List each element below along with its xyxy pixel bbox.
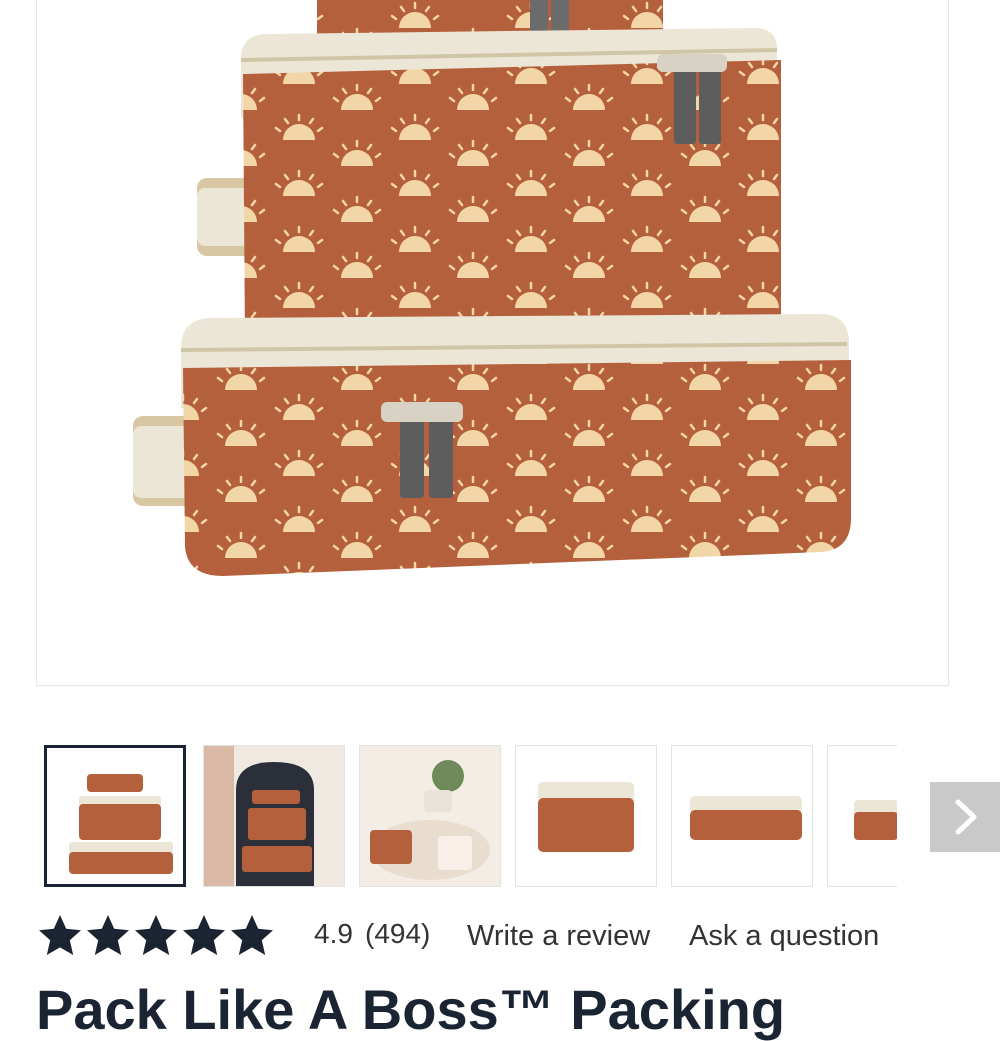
thumbnail-1[interactable]: [44, 745, 186, 887]
thumbnail-image: [538, 782, 634, 852]
thumbnail-6[interactable]: [827, 745, 897, 887]
star-icon: [183, 915, 225, 955]
thumbnail-image: [690, 796, 802, 840]
star-icon: [231, 915, 273, 955]
rating-row: 4.9 (494) Write a review Ask a question: [36, 908, 1000, 964]
thumbnail-image: [69, 774, 173, 874]
thumbnail-4[interactable]: [515, 745, 657, 887]
ask-question-link[interactable]: Ask a question: [689, 920, 879, 953]
thumbnail-5[interactable]: [671, 745, 813, 887]
thumbnail-next-button[interactable]: [930, 782, 1000, 852]
packing-cubes-illustration: [133, 0, 851, 576]
thumbnail-image: [204, 746, 344, 886]
rating-value: 4.9: [314, 918, 353, 949]
write-review-link[interactable]: Write a review: [467, 920, 650, 953]
review-count[interactable]: (494): [365, 918, 430, 950]
star-icon: [135, 915, 177, 955]
main-product-image[interactable]: [36, 0, 949, 686]
product-title: Pack Like A Boss™ Packing: [36, 978, 786, 1041]
thumbnail-3[interactable]: [359, 745, 501, 887]
thumbnail-2[interactable]: [203, 745, 345, 887]
chevron-right-icon: [955, 799, 977, 835]
star-icon: [87, 915, 129, 955]
thumbnail-image: [854, 800, 897, 840]
star-icon: [39, 915, 81, 955]
thumbnail-image: [360, 746, 500, 886]
